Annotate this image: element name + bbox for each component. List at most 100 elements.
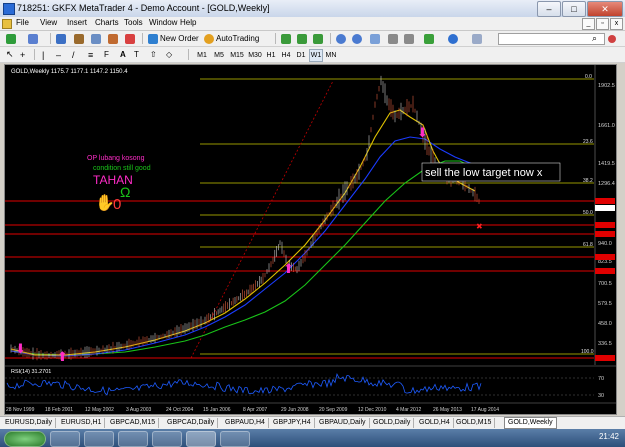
- timeframe-m5[interactable]: M5: [211, 49, 227, 62]
- new-order-button[interactable]: New Order: [148, 33, 199, 44]
- menu-help[interactable]: Help: [180, 18, 196, 27]
- maximize-button[interactable]: □: [562, 1, 586, 17]
- chart-tab[interactable]: GBPJPY,H4: [270, 418, 315, 428]
- date-label: 18 Feb 2001: [45, 407, 73, 413]
- date-label: 3 Aug 2003: [126, 407, 152, 413]
- buy-arrow-icon[interactable]: ⬆: [283, 261, 294, 276]
- timeframe-w1[interactable]: W1: [309, 49, 323, 62]
- taskbar-app-icon[interactable]: [220, 431, 250, 447]
- chart-tab[interactable]: GBPAUD,H4: [222, 418, 269, 428]
- autoscroll-icon[interactable]: [404, 33, 414, 44]
- mdi-minimize-button[interactable]: _: [582, 18, 595, 30]
- chart-tab-active[interactable]: GOLD,Weekly: [504, 417, 557, 429]
- rsi-level-30: 30: [598, 393, 604, 399]
- note-line-2[interactable]: condition still good: [93, 165, 151, 172]
- navigator-icon[interactable]: [91, 33, 101, 44]
- drawing-toolbar: ↖ + | – / ≡ F A T ⇧ ◇ M1 M5 M15 M30 H1 H…: [0, 47, 625, 63]
- annotation-text[interactable]: sell the low target now x: [425, 167, 543, 179]
- vertical-line-icon[interactable]: |: [42, 49, 44, 60]
- indicators-icon[interactable]: [424, 33, 434, 44]
- label-icon[interactable]: T: [134, 49, 139, 60]
- chart-icon: [2, 19, 12, 29]
- menu-window[interactable]: Window: [149, 18, 177, 27]
- price-label: 1296.4: [598, 181, 615, 187]
- chart-window[interactable]: GOLD,Weekly 1175.7 1177.1 1147.2 1150.4 …: [4, 64, 617, 415]
- community-icon[interactable]: [608, 34, 616, 43]
- chart-tab[interactable]: GOLD,Daily: [370, 418, 415, 428]
- profiles-icon[interactable]: [28, 33, 38, 44]
- price-chart[interactable]: GOLD,Weekly 1175.7 1177.1 1147.2 1150.4 …: [5, 65, 616, 414]
- arrows-icon[interactable]: ⇧: [150, 49, 157, 60]
- window-controls: – □ ✕: [537, 1, 623, 17]
- menu-file[interactable]: File: [16, 18, 29, 27]
- rsi-pane[interactable]: RSI(14) 31.2701 70 30: [5, 365, 616, 399]
- close-button[interactable]: ✕: [587, 1, 623, 17]
- taskbar-explorer-icon[interactable]: [50, 431, 80, 447]
- market-watch-icon[interactable]: [56, 33, 66, 44]
- menu-tools[interactable]: Tools: [124, 18, 143, 27]
- window-title: 718251: GKFX MetaTrader 4 - Demo Account…: [17, 3, 270, 13]
- autotrading-button[interactable]: AutoTrading: [204, 33, 259, 44]
- start-button[interactable]: [4, 431, 46, 447]
- shapes-icon[interactable]: ◇: [166, 49, 172, 60]
- chart-tab[interactable]: GOLD,H4: [416, 418, 454, 428]
- timeframe-h4[interactable]: H4: [279, 49, 293, 62]
- chart-tab[interactable]: EURUSD,Daily: [2, 418, 57, 428]
- x-marker-icon: ✖: [476, 222, 483, 231]
- taskbar-app-icon[interactable]: [152, 431, 182, 447]
- new-chart-icon[interactable]: [6, 33, 16, 44]
- timeframe-m30[interactable]: M30: [246, 49, 264, 62]
- sell-arrow-icon[interactable]: ⬇: [417, 125, 428, 140]
- tile-windows-icon[interactable]: [370, 33, 380, 44]
- crosshair-icon[interactable]: +: [20, 49, 25, 60]
- search-icon[interactable]: ⌕: [592, 33, 597, 44]
- buy-arrow-icon[interactable]: ⬇: [15, 341, 26, 356]
- timeframe-m15[interactable]: M15: [228, 49, 246, 62]
- chart-tab[interactable]: GBPCAD,Daily: [164, 418, 219, 428]
- taskbar-chrome-icon[interactable]: [84, 431, 114, 447]
- trendline-icon[interactable]: /: [72, 49, 75, 60]
- date-label: 17 Aug 2014: [471, 407, 499, 413]
- timeframe-m1[interactable]: M1: [194, 49, 210, 62]
- price-label: 458.0: [598, 321, 612, 327]
- fibonacci-icon[interactable]: F: [104, 49, 109, 60]
- menu-view[interactable]: View: [40, 18, 57, 27]
- zoom-out-icon[interactable]: [352, 33, 362, 44]
- chart-tab[interactable]: GBPCAD,M15: [107, 418, 160, 428]
- hand-icon: ✋: [95, 193, 115, 212]
- zoom-in-icon[interactable]: [336, 33, 346, 44]
- strategy-tester-icon[interactable]: [125, 33, 135, 44]
- chart-tab[interactable]: EURUSD,H1: [58, 418, 106, 428]
- menu-insert[interactable]: Insert: [67, 18, 87, 27]
- chart-tab[interactable]: GBPAUD,Daily: [316, 418, 370, 428]
- note-line-1[interactable]: OP lubang kosong: [87, 155, 145, 162]
- mdi-close-button[interactable]: x: [610, 18, 623, 30]
- timeframe-mn[interactable]: MN: [324, 49, 338, 62]
- data-window-icon[interactable]: [74, 33, 84, 44]
- rsi-line: [6, 372, 482, 396]
- support-resistance-lines[interactable]: [5, 200, 594, 359]
- search-input[interactable]: [498, 33, 605, 45]
- timeframe-d1[interactable]: D1: [294, 49, 308, 62]
- minimize-button[interactable]: –: [537, 1, 561, 17]
- mdi-restore-button[interactable]: ▫: [596, 18, 609, 30]
- line-chart-icon[interactable]: [313, 33, 323, 44]
- buy-arrow-icon[interactable]: ⬆: [57, 349, 68, 364]
- fib-label-50: 50.0: [583, 210, 593, 216]
- taskbar-app-icon[interactable]: [118, 431, 148, 447]
- terminal-icon[interactable]: [108, 33, 118, 44]
- horizontal-line-icon[interactable]: –: [56, 49, 61, 60]
- channel-icon[interactable]: ≡: [88, 49, 93, 60]
- templates-icon[interactable]: [472, 33, 482, 44]
- chart-tab[interactable]: GOLD,M15: [453, 418, 496, 428]
- title-bar: 718251: GKFX MetaTrader 4 - Demo Account…: [0, 0, 625, 18]
- bar-chart-icon[interactable]: [281, 33, 291, 44]
- taskbar-metatrader-icon[interactable]: [186, 431, 216, 447]
- text-icon[interactable]: A: [120, 49, 126, 60]
- timeframe-h1[interactable]: H1: [264, 49, 278, 62]
- chart-shift-icon[interactable]: [388, 33, 398, 44]
- menu-charts[interactable]: Charts: [95, 18, 119, 27]
- candlestick-icon[interactable]: [297, 33, 307, 44]
- periods-icon[interactable]: [448, 33, 458, 44]
- cursor-icon[interactable]: ↖: [6, 49, 14, 60]
